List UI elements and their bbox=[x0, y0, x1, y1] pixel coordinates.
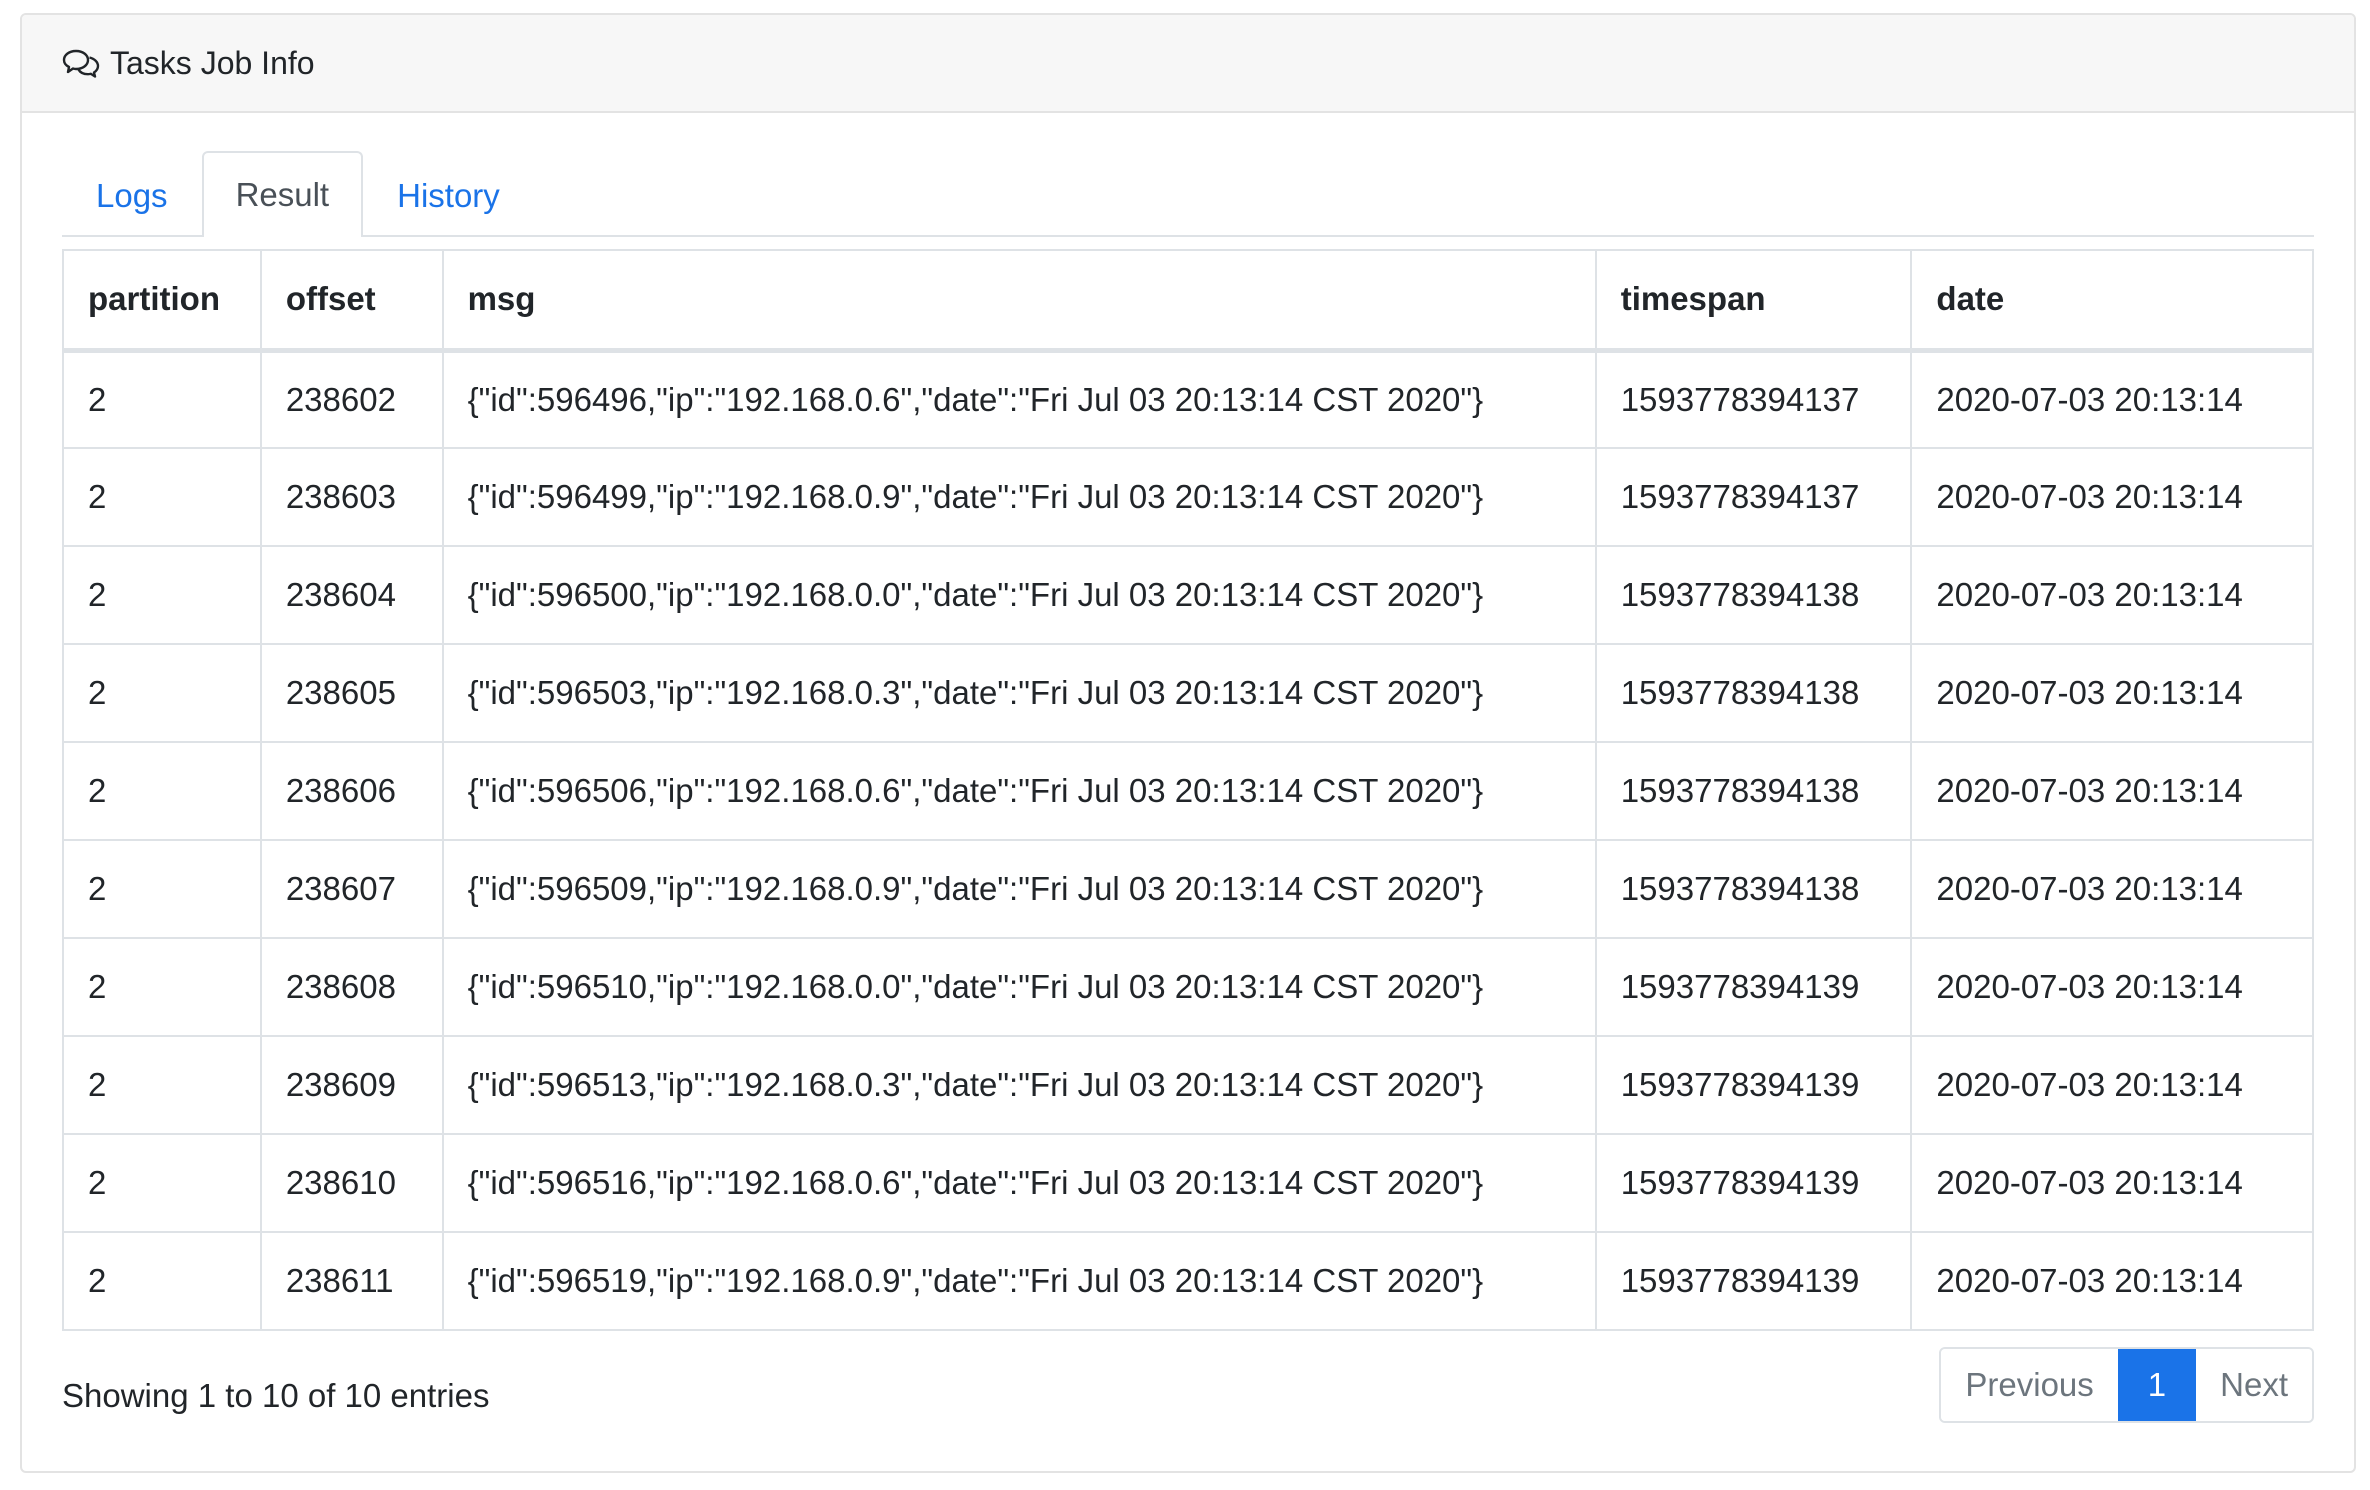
cell-partition: 2 bbox=[62, 839, 262, 939]
tab-bar: Logs Result History bbox=[62, 151, 2314, 237]
cell-offset: 238605 bbox=[259, 643, 444, 743]
cell-partition: 2 bbox=[62, 643, 262, 743]
cell-partition: 2 bbox=[62, 447, 262, 547]
cell-msg: {"id":596519,"ip":"192.168.0.9","date":"… bbox=[441, 1231, 1597, 1331]
cell-offset: 238610 bbox=[259, 1133, 444, 1233]
column-header-date[interactable]: date bbox=[1910, 249, 2314, 353]
cell-msg: {"id":596509,"ip":"192.168.0.9","date":"… bbox=[441, 839, 1597, 939]
table-row: 2 238611 {"id":596519,"ip":"192.168.0.9"… bbox=[62, 1231, 2314, 1331]
comments-icon bbox=[62, 46, 102, 80]
cell-msg: {"id":596510,"ip":"192.168.0.0","date":"… bbox=[441, 937, 1597, 1037]
cell-partition: 2 bbox=[62, 937, 262, 1037]
table-row: 2 238605 {"id":596503,"ip":"192.168.0.3"… bbox=[62, 643, 2314, 743]
cell-msg: {"id":596496,"ip":"192.168.0.6","date":"… bbox=[441, 349, 1597, 449]
cell-offset: 238604 bbox=[259, 545, 444, 645]
table-row: 2 238609 {"id":596513,"ip":"192.168.0.3"… bbox=[62, 1035, 2314, 1135]
column-header-offset[interactable]: offset bbox=[259, 249, 444, 353]
cell-msg: {"id":596500,"ip":"192.168.0.0","date":"… bbox=[441, 545, 1597, 645]
entries-info: Showing 1 to 10 of 10 entries bbox=[62, 1377, 490, 1414]
cell-date: 2020-07-03 20:13:14 bbox=[1910, 545, 2314, 645]
table-row: 2 238607 {"id":596509,"ip":"192.168.0.9"… bbox=[62, 839, 2314, 939]
cell-partition: 2 bbox=[62, 545, 262, 645]
cell-timespan: 1593778394139 bbox=[1594, 1035, 1913, 1135]
table-row: 2 238608 {"id":596510,"ip":"192.168.0.0"… bbox=[62, 937, 2314, 1037]
tab-history[interactable]: History bbox=[363, 153, 534, 237]
cell-offset: 238607 bbox=[259, 839, 444, 939]
cell-date: 2020-07-03 20:13:14 bbox=[1910, 447, 2314, 547]
cell-date: 2020-07-03 20:13:14 bbox=[1910, 643, 2314, 743]
column-header-timespan[interactable]: timespan bbox=[1594, 249, 1913, 353]
cell-date: 2020-07-03 20:13:14 bbox=[1910, 1133, 2314, 1233]
card-title: Tasks Job Info bbox=[110, 44, 315, 81]
cell-msg: {"id":596503,"ip":"192.168.0.3","date":"… bbox=[441, 643, 1597, 743]
table-header-row: partition offset msg timespan date bbox=[62, 249, 2314, 353]
cell-timespan: 1593778394138 bbox=[1594, 643, 1913, 743]
tab-result[interactable]: Result bbox=[201, 151, 364, 237]
cell-timespan: 1593778394138 bbox=[1594, 839, 1913, 939]
tab-logs[interactable]: Logs bbox=[62, 153, 202, 237]
cell-date: 2020-07-03 20:13:14 bbox=[1910, 839, 2314, 939]
cell-offset: 238606 bbox=[259, 741, 444, 841]
table-row: 2 238610 {"id":596516,"ip":"192.168.0.6"… bbox=[62, 1133, 2314, 1233]
cell-date: 2020-07-03 20:13:14 bbox=[1910, 937, 2314, 1037]
table-footer: Showing 1 to 10 of 10 entries Previous 1… bbox=[62, 1347, 2314, 1427]
next-page-button[interactable]: Next bbox=[2196, 1349, 2312, 1421]
cell-msg: {"id":596516,"ip":"192.168.0.6","date":"… bbox=[441, 1133, 1597, 1233]
task-job-card: Tasks Job Info Logs Result History parti… bbox=[20, 13, 2356, 1473]
page-1-button[interactable]: 1 bbox=[2117, 1349, 2197, 1421]
cell-timespan: 1593778394139 bbox=[1594, 937, 1913, 1037]
previous-page-button[interactable]: Previous bbox=[1941, 1349, 2118, 1421]
table-row: 2 238603 {"id":596499,"ip":"192.168.0.9"… bbox=[62, 447, 2314, 547]
cell-partition: 2 bbox=[62, 1035, 262, 1135]
cell-date: 2020-07-03 20:13:14 bbox=[1910, 1035, 2314, 1135]
cell-timespan: 1593778394137 bbox=[1594, 349, 1913, 449]
column-header-msg[interactable]: msg bbox=[441, 249, 1597, 353]
table-row: 2 238604 {"id":596500,"ip":"192.168.0.0"… bbox=[62, 545, 2314, 645]
cell-msg: {"id":596499,"ip":"192.168.0.9","date":"… bbox=[441, 447, 1597, 547]
pagination: Previous 1 Next bbox=[1939, 1347, 2314, 1423]
cell-timespan: 1593778394139 bbox=[1594, 1133, 1913, 1233]
cell-offset: 238609 bbox=[259, 1035, 444, 1135]
cell-partition: 2 bbox=[62, 349, 262, 449]
cell-date: 2020-07-03 20:13:14 bbox=[1910, 1231, 2314, 1331]
cell-partition: 2 bbox=[62, 1133, 262, 1233]
cell-msg: {"id":596506,"ip":"192.168.0.6","date":"… bbox=[441, 741, 1597, 841]
cell-timespan: 1593778394138 bbox=[1594, 741, 1913, 841]
cell-offset: 238603 bbox=[259, 447, 444, 547]
cell-timespan: 1593778394137 bbox=[1594, 447, 1913, 547]
column-header-partition[interactable]: partition bbox=[62, 249, 262, 353]
cell-date: 2020-07-03 20:13:14 bbox=[1910, 741, 2314, 841]
cell-offset: 238611 bbox=[259, 1231, 444, 1331]
card-body: Logs Result History partition offset msg… bbox=[22, 151, 2354, 1427]
cell-offset: 238608 bbox=[259, 937, 444, 1037]
cell-msg: {"id":596513,"ip":"192.168.0.3","date":"… bbox=[441, 1035, 1597, 1135]
cell-date: 2020-07-03 20:13:14 bbox=[1910, 349, 2314, 449]
result-table: partition offset msg timespan date 2 238… bbox=[62, 249, 2314, 1331]
table-row: 2 238606 {"id":596506,"ip":"192.168.0.6"… bbox=[62, 741, 2314, 841]
cell-offset: 238602 bbox=[259, 349, 444, 449]
cell-timespan: 1593778394138 bbox=[1594, 545, 1913, 645]
card-header: Tasks Job Info bbox=[22, 15, 2354, 113]
table-row: 2 238602 {"id":596496,"ip":"192.168.0.6"… bbox=[62, 349, 2314, 449]
cell-partition: 2 bbox=[62, 741, 262, 841]
cell-partition: 2 bbox=[62, 1231, 262, 1331]
cell-timespan: 1593778394139 bbox=[1594, 1231, 1913, 1331]
